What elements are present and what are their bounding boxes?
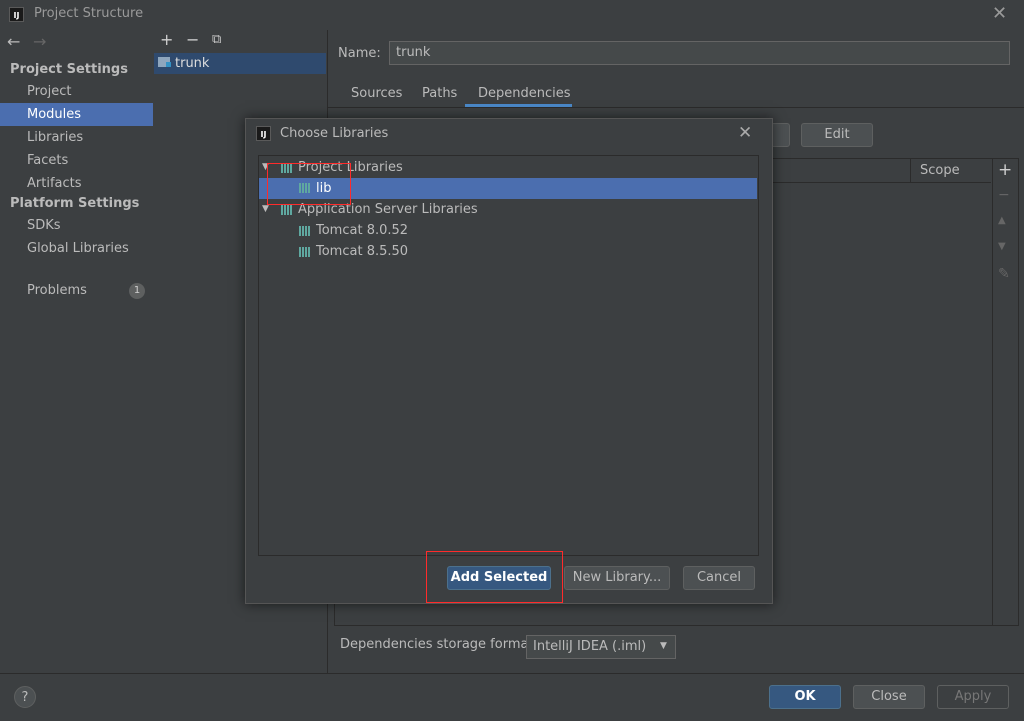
move-down-icon[interactable]: ▼ [998, 241, 1006, 252]
library-icon [299, 247, 313, 257]
cancel-button[interactable]: Cancel [683, 566, 755, 590]
scope-column-header[interactable]: Scope [920, 163, 960, 178]
table-toolbar [992, 158, 1019, 626]
library-icon [299, 226, 313, 236]
arrow-left-icon[interactable]: ← [7, 32, 20, 51]
sidebar-item-project[interactable]: Project [0, 80, 153, 103]
new-library-button[interactable]: New Library... [564, 566, 670, 590]
sidebar-item-global-libraries[interactable]: Global Libraries [0, 237, 153, 260]
tab-dependencies[interactable]: Dependencies [478, 86, 571, 101]
library-icon [281, 205, 295, 215]
project-settings-header: Project Settings [10, 62, 128, 77]
highlight-box [426, 551, 563, 603]
tree-item-tomcat-8052[interactable]: Tomcat 8.0.52 [316, 223, 408, 238]
storage-format-select[interactable]: IntelliJ IDEA (.iml) [526, 635, 676, 659]
close-button[interactable]: Close [853, 685, 925, 709]
add-dependency-icon[interactable]: + [998, 160, 1012, 180]
column-divider [910, 159, 911, 182]
copy-icon[interactable]: ⧉ [212, 32, 221, 47]
remove-dependency-icon[interactable]: − [998, 187, 1010, 203]
apply-button[interactable]: Apply [937, 685, 1009, 709]
window-title: Project Structure [34, 6, 144, 21]
sidebar-item-artifacts[interactable]: Artifacts [0, 172, 153, 195]
name-input[interactable]: trunk [389, 41, 1010, 65]
platform-settings-header: Platform Settings [10, 196, 140, 211]
tree-item-tomcat-8550[interactable]: Tomcat 8.5.50 [316, 244, 408, 259]
tab-sources[interactable]: Sources [351, 86, 402, 101]
highlight-box [267, 163, 351, 205]
chevron-down-icon[interactable]: ▼ [660, 641, 667, 651]
help-button[interactable]: ? [14, 686, 36, 708]
move-up-icon[interactable]: ▲ [998, 215, 1006, 226]
dialog-close-icon[interactable]: ✕ [738, 123, 752, 143]
sidebar-item-sdks[interactable]: SDKs [0, 214, 153, 237]
remove-icon[interactable]: − [186, 30, 199, 49]
edit-pencil-icon[interactable]: ✎ [998, 266, 1010, 282]
expand-triangle-icon[interactable]: ▼ [262, 204, 269, 214]
intellij-app-icon: IJ [9, 7, 24, 22]
problems-count-badge: 1 [129, 283, 145, 299]
module-label: trunk [175, 56, 210, 71]
arrow-right-icon[interactable]: → [33, 32, 46, 51]
edit-button[interactable]: Edit [801, 123, 873, 147]
name-label: Name: [338, 46, 381, 61]
sidebar-item-facets[interactable]: Facets [0, 149, 153, 172]
module-folder-icon [158, 57, 171, 67]
sidebar-item-modules[interactable]: Modules [0, 103, 153, 126]
title-bar [0, 0, 1024, 30]
tab-divider [328, 107, 1024, 108]
dialog-title: Choose Libraries [280, 126, 389, 141]
window-close-icon[interactable]: ✕ [992, 3, 1007, 24]
storage-format-label: Dependencies storage format: [340, 637, 538, 652]
tab-paths[interactable]: Paths [422, 86, 457, 101]
intellij-dialog-icon: IJ [256, 126, 271, 141]
ok-button[interactable]: OK [769, 685, 841, 709]
sidebar-item-libraries[interactable]: Libraries [0, 126, 153, 149]
add-icon[interactable]: + [160, 30, 173, 49]
